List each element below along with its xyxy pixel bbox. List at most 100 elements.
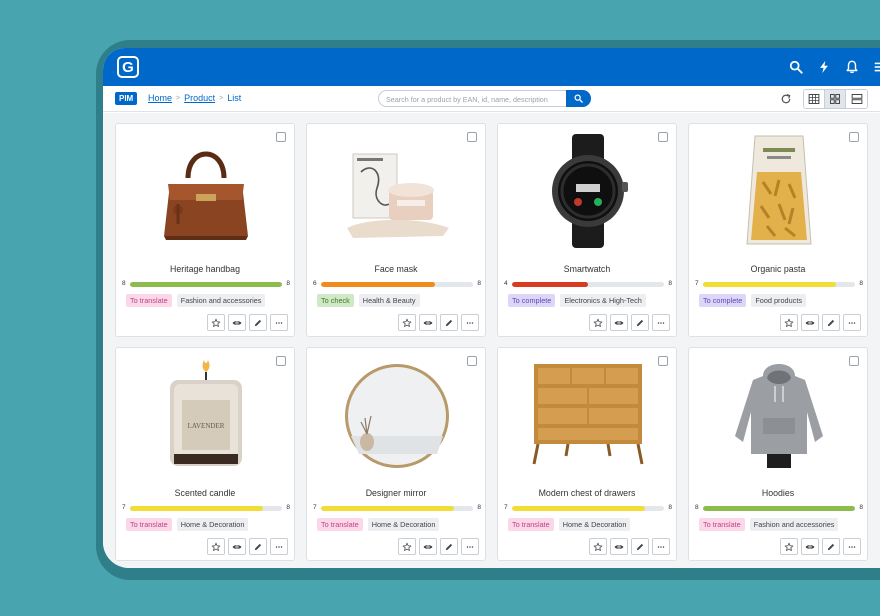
view-button[interactable] (228, 538, 246, 555)
status-badge[interactable]: To complete (699, 294, 747, 307)
product-image[interactable]: LAVENDER (146, 356, 266, 474)
product-card[interactable]: Hoodies 8 8 To translate Fashion and acc… (688, 347, 868, 561)
favorite-button[interactable] (780, 538, 798, 555)
product-image[interactable] (528, 356, 648, 474)
view-button[interactable] (419, 538, 437, 555)
product-name[interactable]: Designer mirror (307, 488, 485, 498)
status-badge[interactable]: To translate (699, 518, 745, 531)
table-view-button[interactable] (804, 90, 825, 108)
search-input[interactable]: Search for a product by EAN, id, name, d… (386, 95, 548, 104)
edit-button[interactable] (440, 538, 458, 555)
more-button[interactable] (461, 314, 479, 331)
more-button[interactable] (652, 538, 670, 555)
select-checkbox[interactable] (658, 356, 668, 366)
product-image[interactable] (719, 356, 839, 474)
category-badge[interactable]: Home & Decoration (367, 518, 440, 531)
status-badge[interactable]: To complete (508, 294, 556, 307)
bell-icon[interactable] (843, 58, 861, 76)
edit-button[interactable] (249, 538, 267, 555)
category-badge[interactable]: Home & Decoration (558, 518, 631, 531)
select-checkbox[interactable] (276, 356, 286, 366)
favorite-button[interactable] (780, 314, 798, 331)
product-card[interactable]: LAVENDER Scented candle 7 8 To translate… (115, 347, 295, 561)
view-button[interactable] (228, 314, 246, 331)
view-button[interactable] (610, 538, 628, 555)
status-badge[interactable]: To check (317, 294, 354, 307)
more-button[interactable] (461, 538, 479, 555)
menu-icon[interactable] (871, 58, 880, 76)
product-card[interactable]: Smartwatch 4 8 To complete Electronics &… (497, 123, 677, 337)
product-card[interactable]: Modern chest of drawers 7 8 To translate… (497, 347, 677, 561)
view-button[interactable] (801, 538, 819, 555)
breadcrumb-home[interactable]: Home (148, 93, 172, 103)
search-button[interactable] (566, 90, 591, 107)
product-card[interactable]: Face mask 6 8 To check Health & Beauty (306, 123, 486, 337)
status-badge[interactable]: To translate (126, 294, 172, 307)
more-button[interactable] (843, 314, 861, 331)
edit-button[interactable] (249, 314, 267, 331)
favorite-button[interactable] (398, 314, 416, 331)
favorite-button[interactable] (398, 538, 416, 555)
module-badge[interactable]: PIM (115, 92, 138, 105)
view-button[interactable] (801, 314, 819, 331)
favorite-button[interactable] (207, 538, 225, 555)
more-button[interactable] (652, 314, 670, 331)
select-checkbox[interactable] (658, 132, 668, 142)
product-name[interactable]: Modern chest of drawers (498, 488, 676, 498)
product-name[interactable]: Organic pasta (689, 264, 867, 274)
product-image[interactable] (146, 132, 266, 250)
product-tags: To translate Fashion and accessories (126, 294, 266, 307)
grid-view-button[interactable] (825, 90, 846, 108)
view-button[interactable] (419, 314, 437, 331)
card-actions (207, 538, 288, 555)
list-icon (851, 94, 862, 104)
product-card[interactable]: Designer mirror 7 8 To translate Home & … (306, 347, 486, 561)
category-badge[interactable]: Home & Decoration (176, 518, 249, 531)
breadcrumb-list: List (227, 93, 242, 103)
select-checkbox[interactable] (849, 132, 859, 142)
more-button[interactable] (270, 538, 288, 555)
select-checkbox[interactable] (276, 132, 286, 142)
product-image[interactable] (528, 132, 648, 250)
product-card[interactable]: Heritage handbag 8 8 To translate Fashio… (115, 123, 295, 337)
more-button[interactable] (270, 314, 288, 331)
product-name[interactable]: Scented candle (116, 488, 294, 498)
select-checkbox[interactable] (467, 356, 477, 366)
refresh-icon[interactable] (780, 93, 792, 105)
category-badge[interactable]: Food products (751, 294, 806, 307)
status-badge[interactable]: To translate (508, 518, 554, 531)
select-checkbox[interactable] (467, 132, 477, 142)
product-name[interactable]: Smartwatch (498, 264, 676, 274)
edit-button[interactable] (631, 538, 649, 555)
favorite-button[interactable] (589, 538, 607, 555)
category-badge[interactable]: Fashion and accessories (176, 294, 266, 307)
category-badge[interactable]: Electronics & High-Tech (560, 294, 646, 307)
edit-button[interactable] (631, 314, 649, 331)
breadcrumb-product[interactable]: Product (184, 93, 215, 103)
edit-button[interactable] (822, 538, 840, 555)
app-logo[interactable]: G (117, 56, 139, 78)
product-image[interactable] (719, 132, 839, 250)
product-name[interactable]: Face mask (307, 264, 485, 274)
edit-button[interactable] (440, 314, 458, 331)
edit-button[interactable] (822, 314, 840, 331)
status-badge[interactable]: To translate (126, 518, 172, 531)
category-badge[interactable]: Fashion and accessories (749, 518, 839, 531)
product-name[interactable]: Hoodies (689, 488, 867, 498)
product-name[interactable]: Heritage handbag (116, 264, 294, 274)
lightning-icon[interactable] (815, 58, 833, 76)
search-field[interactable]: Search for a product by EAN, id, name, d… (378, 90, 591, 107)
product-card[interactable]: Organic pasta 7 8 To complete Food produ… (688, 123, 868, 337)
favorite-button[interactable] (589, 314, 607, 331)
product-image[interactable] (337, 132, 457, 250)
search-icon[interactable] (787, 58, 805, 76)
status-badge[interactable]: To translate (317, 518, 363, 531)
favorite-button[interactable] (207, 314, 225, 331)
card-actions (780, 538, 861, 555)
category-badge[interactable]: Health & Beauty (358, 294, 420, 307)
product-image[interactable] (337, 356, 457, 474)
list-view-button[interactable] (846, 90, 867, 108)
select-checkbox[interactable] (849, 356, 859, 366)
view-button[interactable] (610, 314, 628, 331)
more-button[interactable] (843, 538, 861, 555)
